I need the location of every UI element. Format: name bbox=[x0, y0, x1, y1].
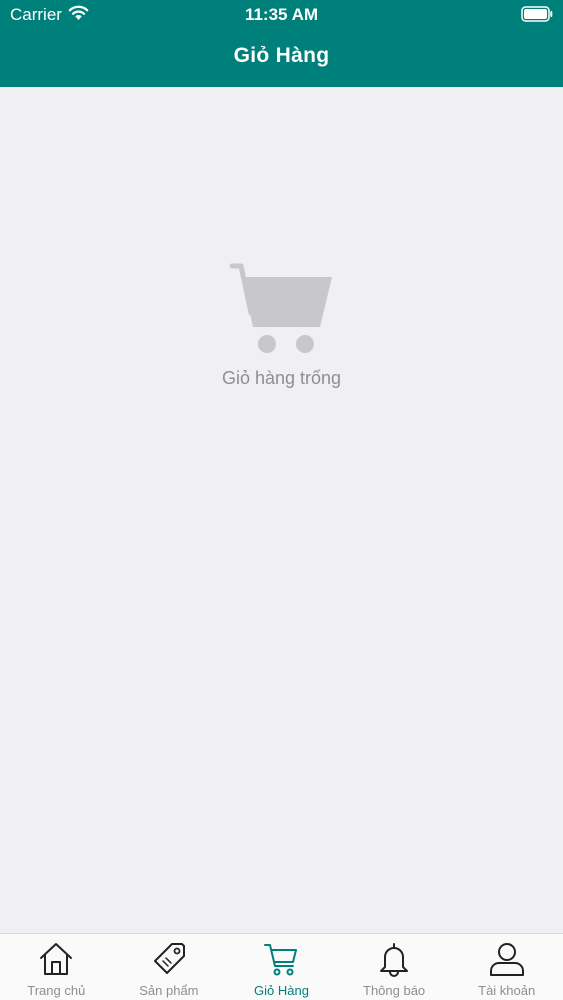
tab-notifications[interactable]: Thông báo bbox=[338, 934, 451, 1000]
user-icon bbox=[489, 943, 524, 976]
bell-icon bbox=[380, 943, 409, 977]
tab-label: Tài khoản bbox=[478, 983, 536, 998]
tab-account[interactable]: Tài khoản bbox=[450, 934, 563, 1000]
tab-cart[interactable]: Giỏ Hàng bbox=[225, 934, 338, 1000]
empty-cart-icon bbox=[229, 263, 332, 353]
status-bar: Carrier 11:35 AM bbox=[0, 0, 563, 30]
cart-icon bbox=[264, 944, 298, 976]
page-title: Giỏ Hàng bbox=[233, 44, 330, 67]
tab-home[interactable]: Trang chủ bbox=[0, 934, 113, 1000]
home-icon bbox=[40, 943, 73, 975]
tab-products[interactable]: Sản phẩm bbox=[113, 934, 226, 1000]
tab-label: Trang chủ bbox=[27, 983, 86, 998]
tab-label: Giỏ Hàng bbox=[254, 983, 309, 998]
tab-label: Thông báo bbox=[363, 983, 426, 998]
battery-icon bbox=[521, 6, 553, 22]
empty-cart-message: Giỏ hàng trống bbox=[221, 368, 342, 388]
tab-bar: Trang chủ Sản phẩm Giỏ Hàng Thông báo Tà… bbox=[0, 933, 563, 1000]
tag-icon bbox=[153, 943, 185, 974]
tab-label: Sản phẩm bbox=[139, 983, 199, 998]
cart-content: Giỏ hàng trống bbox=[0, 87, 563, 933]
navigation-header: Carrier 11:35 AM Giỏ Hàng bbox=[0, 0, 563, 87]
status-time: 11:35 AM bbox=[244, 5, 319, 24]
